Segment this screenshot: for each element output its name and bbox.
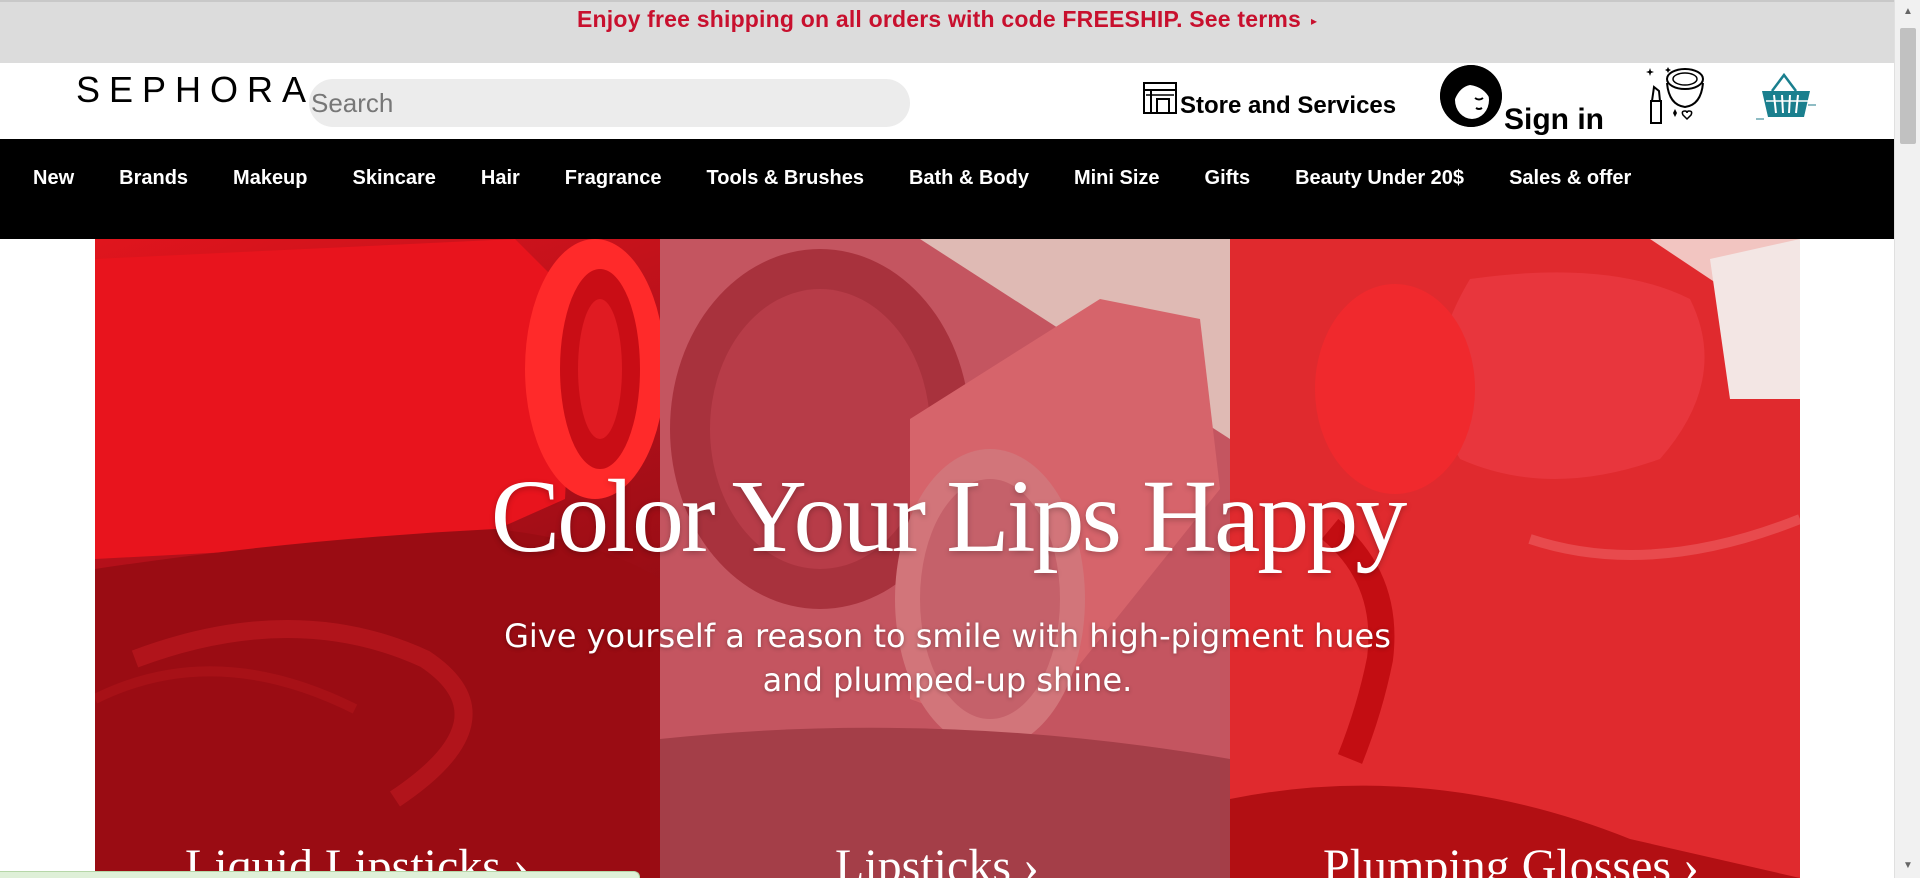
store-and-services-label: Store and Services [1180,91,1397,119]
category-nav: New Brands Makeup Skincare Hair Fragranc… [0,139,1894,239]
scroll-up-icon[interactable]: ▲ [1895,0,1920,24]
nav-item-mini-size[interactable]: Mini Size [1074,167,1160,190]
hero-subtitle: Give yourself a reason to smile with hig… [95,614,1800,702]
plumping-glosses-link[interactable]: Plumping Glosses › [1323,839,1699,878]
nav-item-sales-offer[interactable]: Sales & offer [1509,167,1631,190]
nav-item-new[interactable]: New [33,167,74,190]
nav-item-gifts[interactable]: Gifts [1205,167,1251,190]
hero-title: Color Your Lips Happy [490,459,1408,574]
promo-arrow-icon[interactable]: ▸ [1311,14,1317,28]
promo-banner: Enjoy free shipping on all orders with c… [0,0,1894,63]
sign-in-label: Sign in [1504,103,1604,136]
search-input[interactable] [309,79,910,127]
avatar-icon [1440,65,1502,127]
store-and-services-link[interactable]: Store and Services [1142,81,1396,120]
nav-item-fragrance[interactable]: Fragrance [565,167,662,190]
lipsticks-link[interactable]: Lipsticks › [835,839,1039,878]
status-strip [0,871,640,878]
site-header: SEPHORA Store and Services Sign in [0,63,1894,139]
nav-item-skincare[interactable]: Skincare [353,167,436,190]
hero-banner[interactable]: Color Your Lips Happy Give yourself a re… [95,239,1800,878]
scroll-down-icon[interactable]: ▼ [1895,854,1920,878]
vertical-scrollbar[interactable]: ▲ ▼ [1894,0,1920,878]
store-icon [1142,81,1178,120]
beauty-insider-icon[interactable] [1645,65,1709,130]
sign-in-link[interactable]: Sign in [1440,65,1604,136]
promo-link[interactable]: Enjoy free shipping on all orders with c… [577,6,1301,33]
nav-item-tools-brushes[interactable]: Tools & Brushes [707,167,864,190]
hero-subtitle-line-1: Give yourself a reason to smile with hig… [504,617,1391,655]
sephora-logo[interactable]: SEPHORA [76,69,315,111]
nav-item-hair[interactable]: Hair [481,167,520,190]
basket-icon[interactable] [1756,71,1816,128]
nav-item-bath-body[interactable]: Bath & Body [909,167,1029,190]
scrollbar-thumb[interactable] [1900,28,1916,144]
nav-item-makeup[interactable]: Makeup [233,167,307,190]
nav-item-beauty-under-20[interactable]: Beauty Under 20$ [1295,167,1464,190]
hero-subtitle-line-2: and plumped-up shine. [762,661,1133,699]
nav-item-brands[interactable]: Brands [119,167,188,190]
